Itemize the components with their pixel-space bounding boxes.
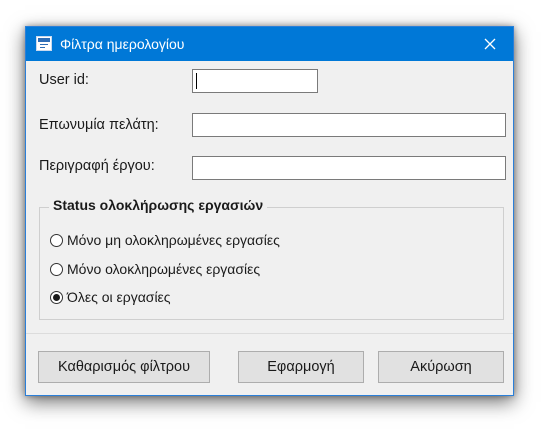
radio-option-all[interactable]: Όλες οι εργασίες	[50, 288, 171, 306]
project-description-label: Περιγραφή έργου:	[39, 158, 155, 174]
footer-divider	[26, 333, 513, 334]
radio-button[interactable]	[50, 233, 63, 247]
radio-button-selected[interactable]	[50, 290, 63, 304]
radio-button[interactable]	[50, 262, 63, 276]
customer-name-label: Επωνυμία πελάτη:	[39, 117, 159, 133]
text-caret	[196, 73, 197, 89]
customer-name-input[interactable]	[192, 113, 506, 137]
filter-dialog: Φίλτρα ημερολογίου User id: Επωνυμία πελ…	[25, 26, 514, 396]
radio-label: Όλες οι εργασίες	[67, 289, 171, 305]
radio-option-completed[interactable]: Μόνο ολοκληρωμένες εργασίες	[50, 260, 260, 278]
clear-filter-button[interactable]: Καθαρισμός φίλτρου	[38, 351, 210, 383]
radio-label: Μόνο μη ολοκληρωμένες εργασίες	[67, 232, 280, 248]
close-icon	[484, 38, 496, 50]
user-id-label: User id:	[39, 72, 89, 88]
title-bar[interactable]: Φίλτρα ημερολογίου	[26, 27, 513, 61]
cancel-button[interactable]: Ακύρωση	[378, 351, 504, 383]
radio-option-incomplete[interactable]: Μόνο μη ολοκληρωμένες εργασίες	[50, 231, 280, 249]
status-group-title: Status ολοκλήρωσης εργασιών	[49, 197, 268, 213]
dialog-title: Φίλτρα ημερολογίου	[60, 36, 185, 52]
calendar-window-icon	[36, 36, 52, 51]
user-id-input[interactable]	[192, 69, 318, 93]
radio-label: Μόνο ολοκληρωμένες εργασίες	[67, 261, 261, 277]
apply-button[interactable]: Εφαρμογή	[238, 351, 364, 383]
close-button[interactable]	[467, 27, 513, 61]
project-description-input[interactable]	[192, 156, 506, 180]
